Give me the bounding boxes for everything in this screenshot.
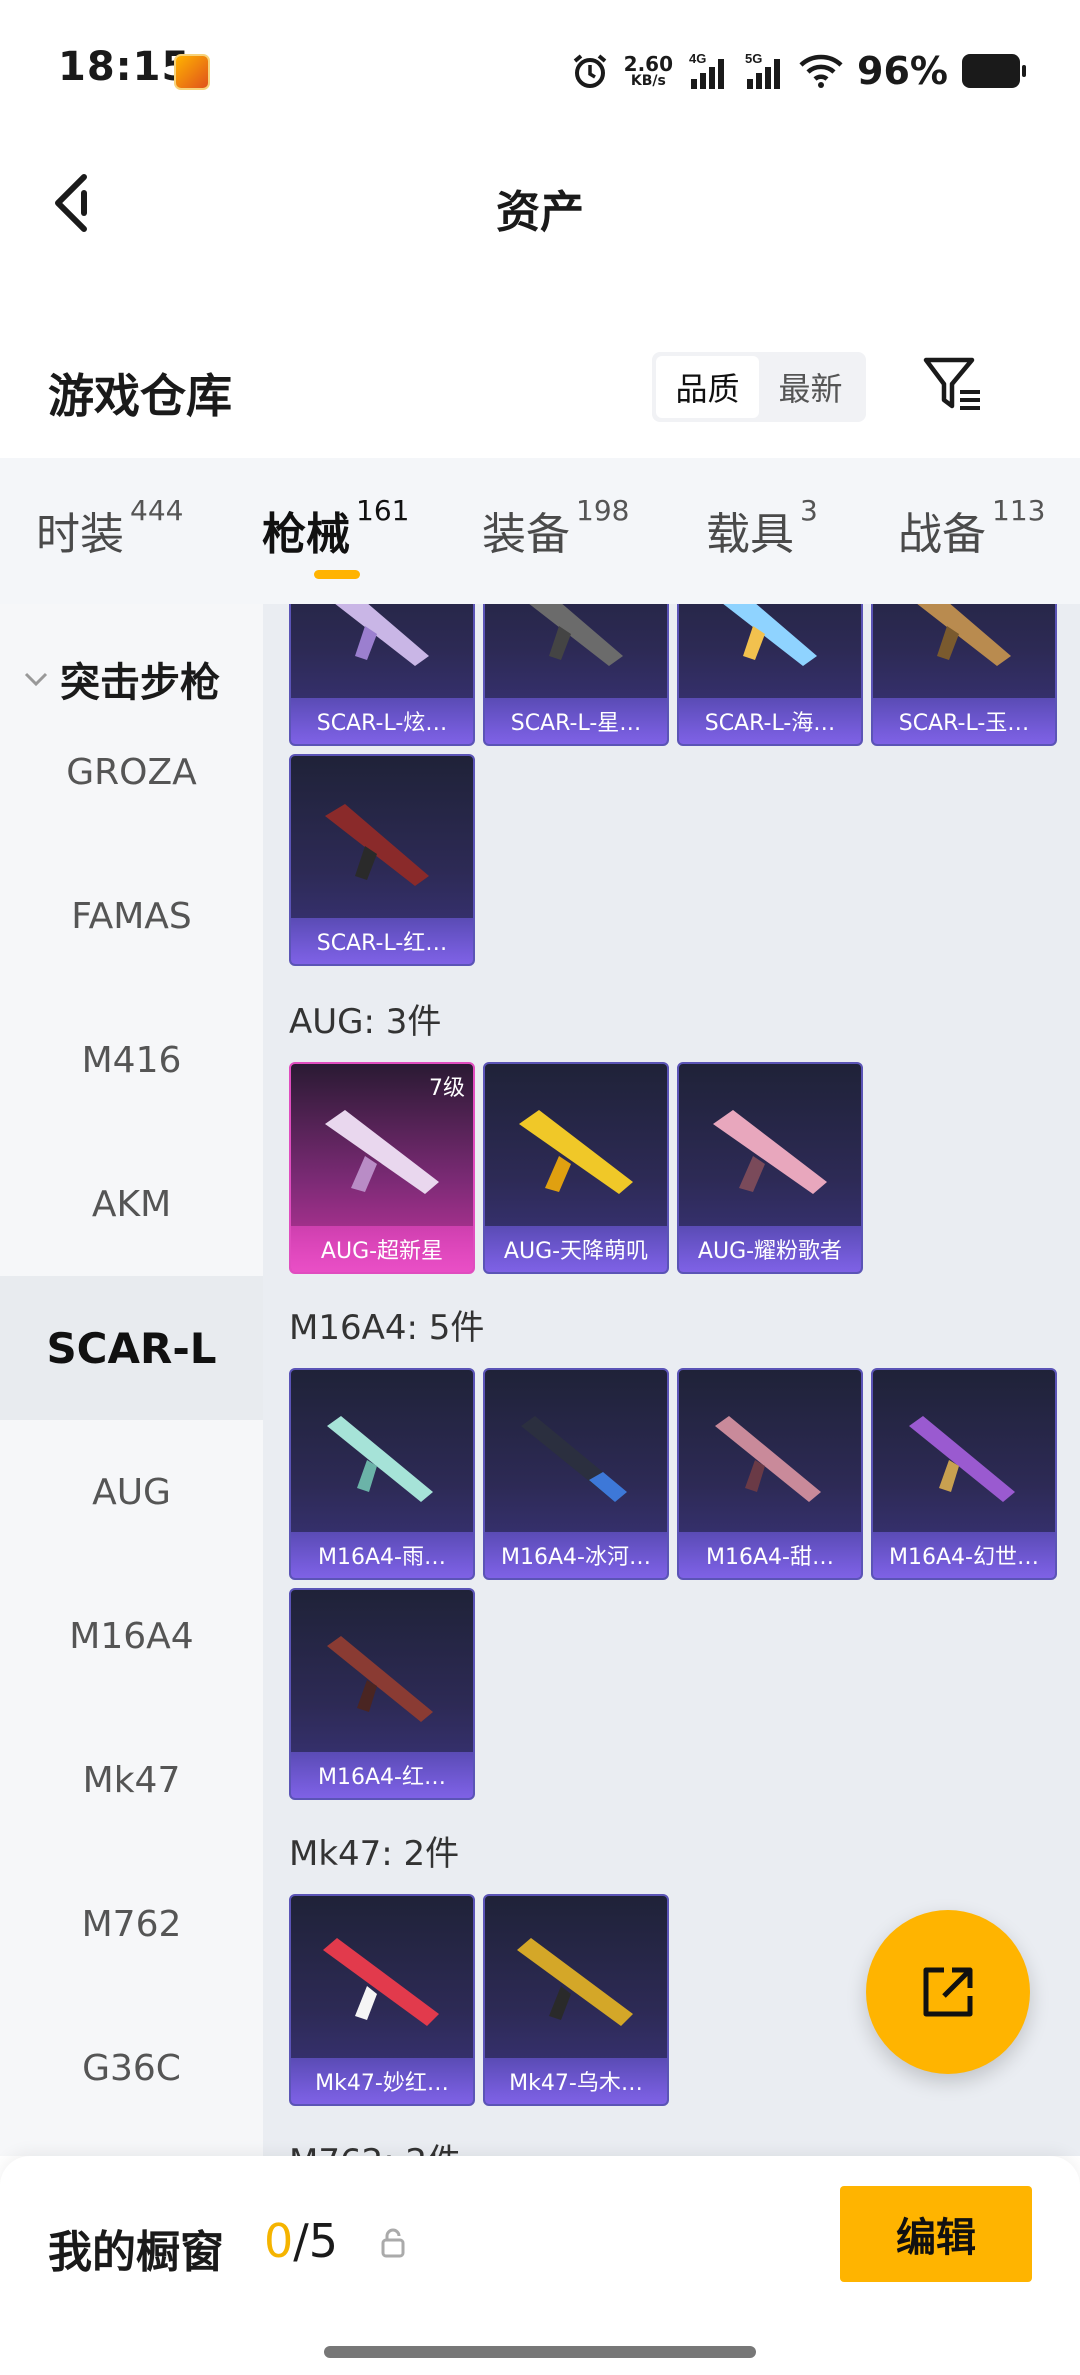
network-speed: 2.60 KB/s: [623, 52, 674, 89]
sidebar-item-m762[interactable]: M762: [0, 1852, 263, 1996]
rifle-image: [521, 1416, 627, 1502]
signal-4g-icon: 4G: [687, 51, 729, 91]
category-tabs: 时装 444 枪械 161 装备 198 载具 3 战备 113: [0, 458, 1080, 604]
home-indicator[interactable]: [324, 2346, 756, 2358]
weapon-name: AUG-超新星: [291, 1226, 473, 1272]
status-time: 18:15: [58, 44, 191, 90]
rifle-image: [335, 604, 429, 666]
sort-toggle: 品质 最新: [652, 352, 866, 422]
status-icons: 2.60 KB/s 4G 5G 96%: [570, 46, 1026, 96]
weapon-name: AUG-耀粉歌者: [679, 1226, 861, 1272]
chevron-down-icon: [24, 672, 48, 687]
tab-fashion[interactable]: 时装 444: [36, 494, 183, 562]
weapon-name: SCAR-L-海…: [679, 698, 861, 744]
warehouse-title: 游戏仓库: [48, 369, 232, 423]
rifle-image: [715, 1416, 821, 1502]
weapon-name: AUG-天降萌叽: [485, 1226, 667, 1272]
weapon-sidebar: 突击步枪 GROZA FAMAS M416 AKM SCAR-L AUG M16…: [0, 604, 263, 2156]
showcase-bar: 我的橱窗 0/5 编辑: [0, 2156, 1080, 2375]
weapon-card[interactable]: M16A4-雨…: [289, 1368, 475, 1580]
weapon-name: M16A4-红…: [291, 1752, 473, 1798]
rifle-image: [327, 1416, 433, 1502]
weapon-name: SCAR-L-玉…: [873, 698, 1055, 744]
weapon-card[interactable]: Mk47-妙红…: [289, 1894, 475, 2106]
rifle-image: [917, 604, 1011, 666]
wifi-icon: [799, 53, 843, 89]
edit-button[interactable]: 编辑: [840, 2186, 1032, 2282]
tab-guns[interactable]: 枪械 161: [262, 494, 409, 562]
filter-icon: [923, 357, 980, 410]
showcase-label: 我的橱窗: [48, 2227, 224, 2278]
weapon-card[interactable]: M16A4-冰河…: [483, 1368, 669, 1580]
sidebar-item-groza[interactable]: GROZA: [0, 700, 263, 844]
sidebar-item-aug[interactable]: AUG: [0, 1420, 263, 1564]
weapon-card[interactable]: AUG-耀粉歌者: [677, 1062, 863, 1274]
filter-button[interactable]: [920, 352, 984, 416]
weapon-card[interactable]: SCAR-L-海…: [677, 604, 863, 746]
sidebar-item-m416[interactable]: M416: [0, 988, 263, 1132]
sort-quality[interactable]: 品质: [656, 356, 759, 418]
app-notification-icon: [174, 54, 210, 90]
weapon-name: M16A4-冰河…: [485, 1532, 667, 1578]
rifle-image: [327, 1636, 433, 1722]
alarm-icon: [570, 51, 610, 91]
battery-percent: 96%: [857, 49, 948, 93]
battery-icon: [962, 54, 1026, 88]
weapon-card[interactable]: SCAR-L-星…: [483, 604, 669, 746]
rifle-image: [519, 1110, 633, 1194]
status-bar: 18:15 2.60 KB/s 4G 5G 96%: [0, 0, 1080, 140]
tab-equipment[interactable]: 装备 198: [482, 494, 629, 562]
weapon-name: M16A4-幻世…: [873, 1532, 1055, 1578]
active-tab-indicator: [314, 570, 360, 579]
sidebar-item-mk47[interactable]: Mk47: [0, 1708, 263, 1852]
svg-text:5G: 5G: [745, 51, 762, 66]
rifle-image: [723, 604, 817, 666]
rifle-image: [325, 804, 429, 886]
weapon-card[interactable]: SCAR-L-炫…: [289, 604, 475, 746]
page-title: 资产: [496, 187, 584, 238]
sidebar-item-akm[interactable]: AKM: [0, 1132, 263, 1276]
sidebar-item-g36c[interactable]: G36C: [0, 1996, 263, 2140]
weapon-name: SCAR-L-星…: [485, 698, 667, 744]
weapon-name: M16A4-雨…: [291, 1532, 473, 1578]
rifle-image: [323, 1938, 439, 2026]
rifle-image: [909, 1416, 1015, 1502]
svg-text:4G: 4G: [689, 51, 706, 66]
weapon-card[interactable]: SCAR-L-红…: [289, 754, 475, 966]
weapon-name: Mk47-妙红…: [291, 2058, 473, 2104]
rifle-image: [517, 1938, 633, 2026]
rifle-image: [325, 1110, 439, 1194]
sidebar-item-famas[interactable]: FAMAS: [0, 844, 263, 988]
weapon-card[interactable]: M16A4-红…: [289, 1588, 475, 1800]
weapon-card[interactable]: AUG-天降萌叽: [483, 1062, 669, 1274]
rifle-image: [529, 604, 623, 666]
weapon-name: SCAR-L-炫…: [291, 698, 473, 744]
signal-5g-icon: 5G: [743, 51, 785, 91]
sidebar-item-scar-l[interactable]: SCAR-L: [0, 1276, 263, 1420]
showcase-count: 0/5: [264, 2214, 339, 2268]
share-icon: [923, 1967, 973, 2017]
tab-supplies[interactable]: 战备 113: [898, 494, 1045, 562]
weapon-name: SCAR-L-红…: [291, 918, 473, 964]
weapon-name: Mk47-乌木…: [485, 2058, 667, 2104]
weapon-card[interactable]: M16A4-幻世…: [871, 1368, 1057, 1580]
group-title-aug: AUG: 3件: [289, 1002, 442, 1042]
weapon-card[interactable]: Mk47-乌木…: [483, 1894, 669, 2106]
rifle-image: [713, 1110, 827, 1194]
share-button[interactable]: [866, 1910, 1030, 2074]
group-title-mk47: Mk47: 2件: [289, 1834, 460, 1874]
weapon-card[interactable]: M16A4-甜…: [677, 1368, 863, 1580]
sort-newest[interactable]: 最新: [759, 356, 862, 418]
lock-icon: [380, 2228, 406, 2262]
group-title-m16a4: M16A4: 5件: [289, 1308, 485, 1348]
weapon-name: M16A4-甜…: [679, 1532, 861, 1578]
sidebar-item-m16a4[interactable]: M16A4: [0, 1564, 263, 1708]
tab-vehicles[interactable]: 载具 3: [706, 494, 818, 562]
weapon-card[interactable]: 7级 AUG-超新星: [289, 1062, 475, 1274]
weapon-card[interactable]: SCAR-L-玉…: [871, 604, 1057, 746]
group-title-m762: M762: 2件: [289, 2134, 461, 2156]
